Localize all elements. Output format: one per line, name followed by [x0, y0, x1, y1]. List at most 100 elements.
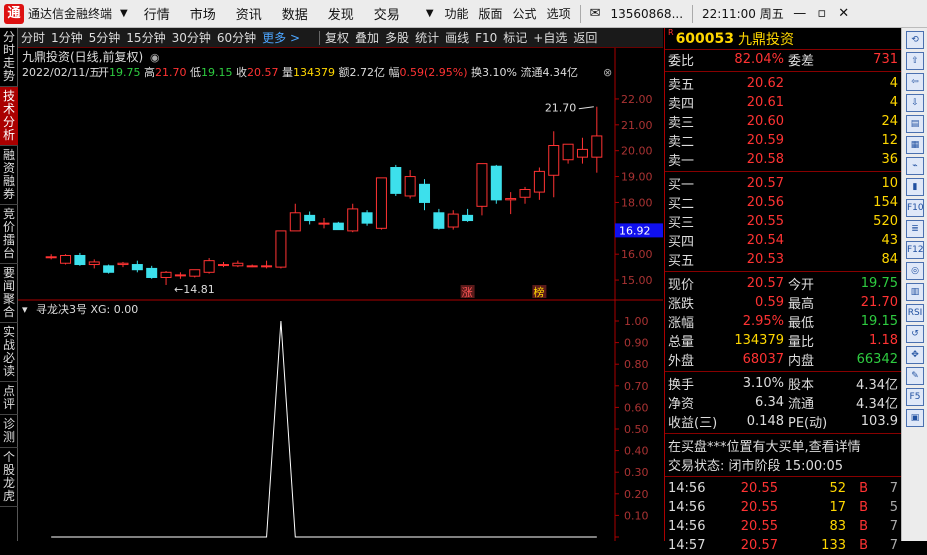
draw-button[interactable]: 画线	[442, 29, 472, 46]
menu-discover[interactable]: 发现	[318, 4, 364, 23]
f12-icon[interactable]: F12	[906, 241, 924, 259]
tool-formula[interactable]: 公式	[508, 5, 542, 22]
multi-stock-button[interactable]: 多股	[382, 29, 412, 46]
minimize-icon[interactable]: —	[789, 6, 811, 21]
mail-icon[interactable]: ✉	[590, 6, 601, 21]
candle-icon[interactable]: ▮	[906, 178, 924, 196]
candle[interactable]	[217, 264, 229, 267]
notice[interactable]: 在买盘***位置有大买单,查看详情	[665, 436, 901, 455]
chart-settings-icon[interactable]: ◉	[150, 51, 160, 64]
candle[interactable]	[88, 261, 100, 266]
f10-icon[interactable]: F10	[906, 199, 924, 217]
account-id[interactable]: 13560868...	[605, 7, 688, 21]
circle-icon[interactable]: ◎	[906, 262, 924, 280]
tab-diagnosis[interactable]: 诊测	[0, 415, 18, 448]
candle[interactable]	[591, 135, 603, 158]
close-icon[interactable]: ✕	[833, 6, 855, 21]
tab-comment[interactable]: 点评	[0, 382, 18, 415]
chart-close-icon[interactable]: ⊗	[603, 66, 612, 79]
candle[interactable]	[318, 222, 330, 225]
tab-readings[interactable]: 实战必读	[0, 323, 18, 382]
tick-row[interactable]: 14:56 20.55 17 B 5	[665, 498, 901, 517]
candle[interactable]	[117, 262, 129, 266]
grid-icon[interactable]: ▦	[906, 136, 924, 154]
down-icon[interactable]: ⇩	[906, 94, 924, 112]
move-icon[interactable]: ✥	[906, 346, 924, 364]
more-button[interactable]: 更多 >	[259, 29, 303, 46]
tab-margin[interactable]: 融资融券	[0, 146, 18, 205]
tick-row[interactable]: 14:56 20.55 52 B 7	[665, 479, 901, 498]
candle[interactable]	[246, 265, 258, 268]
bars-icon[interactable]: ▥	[906, 283, 924, 301]
add-watchlist-button[interactable]: +自选	[530, 29, 570, 46]
book-row[interactable]: 买二 20.56 154	[665, 193, 901, 212]
candle[interactable]	[232, 262, 244, 267]
period-minute[interactable]: 分时	[18, 29, 48, 46]
maximize-icon[interactable]: ▫	[811, 6, 833, 21]
notice-text[interactable]: 在买盘***位置有大买单,查看详情	[668, 436, 861, 455]
candle[interactable]	[203, 260, 215, 273]
stats-button[interactable]: 统计	[412, 29, 442, 46]
candle[interactable]	[261, 265, 273, 268]
pencil-icon[interactable]: ✎	[906, 367, 924, 385]
candle[interactable]	[490, 165, 502, 201]
rsi-icon[interactable]: RSI	[906, 304, 924, 322]
candle[interactable]	[275, 230, 287, 268]
period-30min[interactable]: 30分钟	[169, 29, 214, 46]
candle[interactable]	[289, 212, 301, 232]
period-15min[interactable]: 15分钟	[123, 29, 168, 46]
back-button[interactable]: 返回	[570, 29, 600, 46]
chart-area[interactable]: 九鼎投资(日线,前复权) ◉ 2022/02/11/五 开19.75 高21.7…	[18, 48, 663, 541]
book-row[interactable]: 买三 20.55 520	[665, 212, 901, 231]
candle[interactable]	[347, 208, 359, 232]
tick-list[interactable]: 14:56 20.55 52 B 7 14:56 20.55 17 B 5 14:56 20.55 83…	[665, 479, 901, 555]
menu-trade[interactable]: 交易	[364, 4, 410, 23]
undo-icon[interactable]: ↺	[906, 325, 924, 343]
f10-button[interactable]: F10	[472, 31, 500, 45]
candle[interactable]	[361, 212, 373, 224]
indicator-settings-icon[interactable]: ▾	[22, 303, 28, 316]
candle[interactable]	[131, 264, 143, 271]
book-row[interactable]: 买一 20.57 10	[665, 174, 901, 193]
candle[interactable]	[419, 183, 431, 203]
candle[interactable]	[548, 145, 560, 176]
chart-icon[interactable]: ⌁	[906, 157, 924, 175]
menu-data[interactable]: 数据	[272, 4, 318, 23]
candle[interactable]	[189, 269, 201, 277]
candle[interactable]	[576, 148, 588, 158]
menu-dropdown-icon[interactable]: ▼	[426, 8, 434, 19]
candle[interactable]	[462, 214, 474, 222]
tool-layout[interactable]: 版面	[474, 5, 508, 22]
book-row[interactable]: 买五 20.53 84	[665, 250, 901, 269]
candle[interactable]	[533, 170, 545, 193]
candle[interactable]	[60, 254, 72, 264]
menu-arrow-icon[interactable]: ▼	[120, 8, 128, 19]
tick-row[interactable]: 14:57 20.57 133 B 7	[665, 536, 901, 555]
candle[interactable]	[390, 167, 402, 194]
book-row[interactable]: 卖三 20.60 24	[665, 112, 901, 131]
book-icon[interactable]: ▤	[906, 115, 924, 133]
candle[interactable]	[174, 274, 186, 277]
candle[interactable]	[45, 256, 57, 259]
candle[interactable]	[562, 143, 574, 161]
forward-icon[interactable]: ⇧	[906, 52, 924, 70]
tick-row[interactable]: 14:56 20.55 83 B 7	[665, 517, 901, 536]
book-row[interactable]: 买四 20.54 43	[665, 231, 901, 250]
candle[interactable]	[433, 212, 445, 229]
chart-svg[interactable]: 九鼎投资(日线,前复权) ◉ 2022/02/11/五 开19.75 高21.7…	[18, 48, 663, 541]
candle[interactable]	[476, 163, 488, 207]
menu-news[interactable]: 资讯	[226, 4, 272, 23]
overlay-button[interactable]: 叠加	[352, 29, 382, 46]
up-icon[interactable]: ⇦	[906, 73, 924, 91]
mark-button[interactable]: 标记	[500, 29, 530, 46]
candle[interactable]	[74, 254, 86, 266]
tab-dragon-tiger[interactable]: 个股龙虎	[0, 448, 18, 507]
tab-technical[interactable]: 技术分析	[0, 87, 18, 146]
book-row[interactable]: 卖一 20.58 36	[665, 150, 901, 169]
adjust-button[interactable]: 复权	[322, 29, 352, 46]
tool-options[interactable]: 选项	[542, 5, 576, 22]
book-row[interactable]: 卖二 20.59 12	[665, 131, 901, 150]
menu-market[interactable]: 市场	[180, 4, 226, 23]
book-row[interactable]: 卖五 20.62 4	[665, 74, 901, 93]
candle[interactable]	[304, 214, 316, 222]
